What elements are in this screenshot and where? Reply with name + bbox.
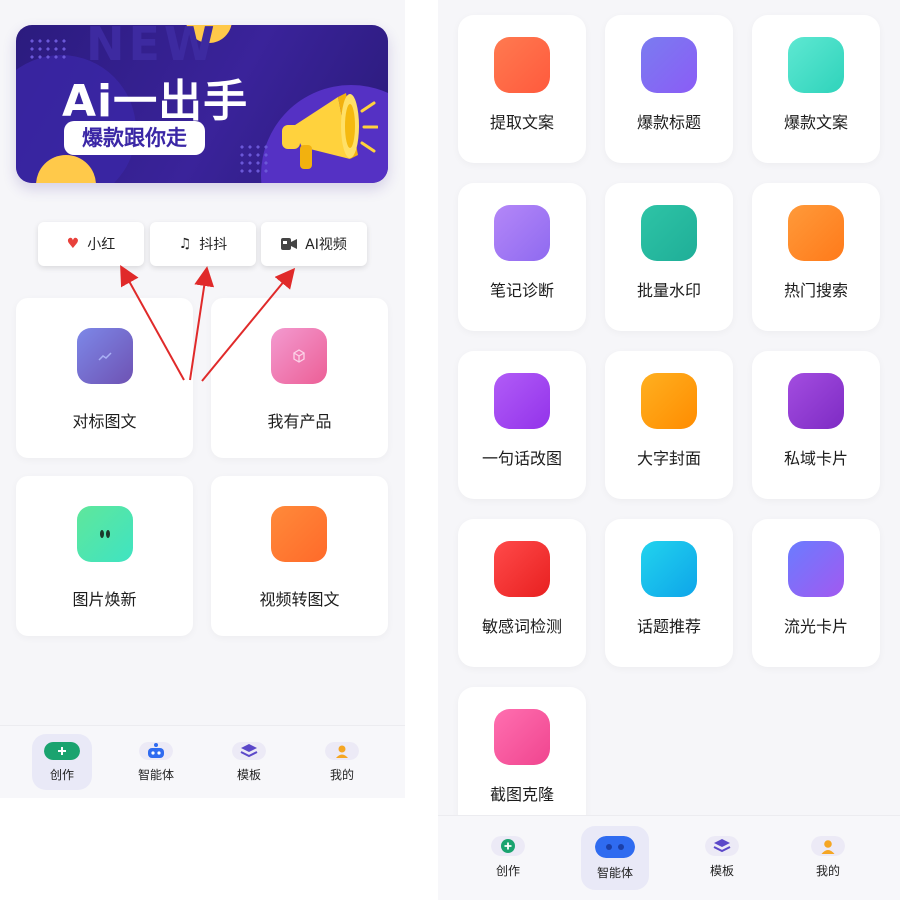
arrow-to-ai-video (201, 267, 296, 382)
arrow-to-doudou (189, 266, 215, 381)
tool-icon (788, 205, 844, 261)
tool-icon (788, 373, 844, 429)
tool-icon (788, 541, 844, 597)
nav-label: 智能体 (137, 768, 174, 782)
tool-note-diagnosis[interactable]: 笔记诊断 (458, 183, 586, 331)
nav-label: 模板 (709, 864, 734, 878)
card-label: 图片焕新 (72, 590, 137, 609)
tool-sensitive-word[interactable]: 敏感词检测 (458, 519, 586, 667)
layers-icon (232, 742, 266, 760)
annotation-arrows (120, 265, 296, 382)
tool-label: 流光卡片 (783, 617, 848, 636)
tool-viral-title[interactable]: 爆款标题 (605, 15, 733, 163)
nav-mine[interactable]: 我的 (798, 836, 858, 879)
nav-create[interactable]: 创作 (32, 742, 92, 783)
nav-label: 创作 (495, 864, 520, 878)
tool-label: 敏感词检测 (481, 617, 562, 636)
right-screen: 提取文案 爆款标题 爆款文案 笔记诊断 批量水印 热门搜索 一句话改图 大字封面… (438, 0, 900, 900)
nav-label: 模板 (236, 768, 261, 782)
nav-mine[interactable]: 我的 (312, 742, 372, 783)
tool-viral-copy[interactable]: 爆款文案 (752, 15, 880, 163)
tool-label: 截图克隆 (489, 785, 554, 804)
tool-icon (494, 373, 550, 429)
tool-glow-card[interactable]: 流光卡片 (752, 519, 880, 667)
tool-icon (494, 205, 550, 261)
nav-label: 智能体 (596, 866, 633, 880)
card-label: 视频转图文 (259, 590, 340, 609)
tool-icon (788, 37, 844, 93)
tool-big-text-cover[interactable]: 大字封面 (605, 351, 733, 499)
tool-label: 一句话改图 (481, 449, 562, 468)
tool-extract-copy[interactable]: 提取文案 (458, 15, 586, 163)
bottom-nav: 创作 智能体 模板 我的 (438, 815, 900, 900)
tool-one-sentence-edit[interactable]: 一句话改图 (458, 351, 586, 499)
tool-icon (641, 541, 697, 597)
tool-label: 私域卡片 (783, 449, 848, 468)
nav-label: 创作 (49, 768, 74, 782)
robot-icon (595, 836, 635, 858)
plus-circle-icon (44, 742, 80, 760)
card-image-refresh[interactable]: 图片焕新 (16, 476, 193, 636)
card-label: 对标图文 (72, 412, 137, 431)
arrow-to-xiaohong (120, 265, 185, 381)
tool-icon (494, 709, 550, 765)
tool-private-card[interactable]: 私域卡片 (752, 351, 880, 499)
bottom-nav: 创作 智能体 模板 我的 (0, 725, 405, 798)
tool-label: 热门搜索 (783, 281, 848, 300)
tool-label: 笔记诊断 (489, 281, 554, 300)
tool-icon (494, 541, 550, 597)
tool-topic-recommend[interactable]: 话题推荐 (605, 519, 733, 667)
tool-icon (641, 373, 697, 429)
tool-icon (641, 37, 697, 93)
tool-label: 批量水印 (636, 281, 701, 300)
user-icon (325, 742, 359, 760)
nav-label: 我的 (329, 768, 354, 782)
tool-screenshot-clone[interactable]: 截图克隆 (458, 687, 586, 835)
tool-label: 爆款标题 (636, 113, 701, 132)
tool-label: 爆款文案 (783, 113, 848, 132)
tool-label: 大字封面 (636, 449, 701, 468)
tool-label: 提取文案 (489, 113, 554, 132)
robot-icon (139, 742, 173, 760)
plus-circle-icon (491, 836, 525, 856)
nav-agent[interactable]: 智能体 (126, 742, 186, 783)
tool-batch-watermark[interactable]: 批量水印 (605, 183, 733, 331)
layers-icon (705, 836, 739, 856)
nav-create[interactable]: 创作 (478, 836, 538, 879)
tool-icon (641, 205, 697, 261)
tool-hot-search[interactable]: 热门搜索 (752, 183, 880, 331)
tool-icon (494, 37, 550, 93)
sparkle-icon (77, 506, 133, 562)
nav-agent[interactable]: 智能体 (585, 836, 645, 881)
nav-template[interactable]: 模板 (692, 836, 752, 879)
card-video-to-post[interactable]: 视频转图文 (211, 476, 388, 636)
user-icon (811, 836, 845, 856)
card-label: 我有产品 (267, 412, 332, 431)
nav-label: 我的 (815, 864, 840, 878)
nav-template[interactable]: 模板 (219, 742, 279, 783)
video-icon (271, 506, 327, 562)
tool-label: 话题推荐 (636, 617, 701, 636)
